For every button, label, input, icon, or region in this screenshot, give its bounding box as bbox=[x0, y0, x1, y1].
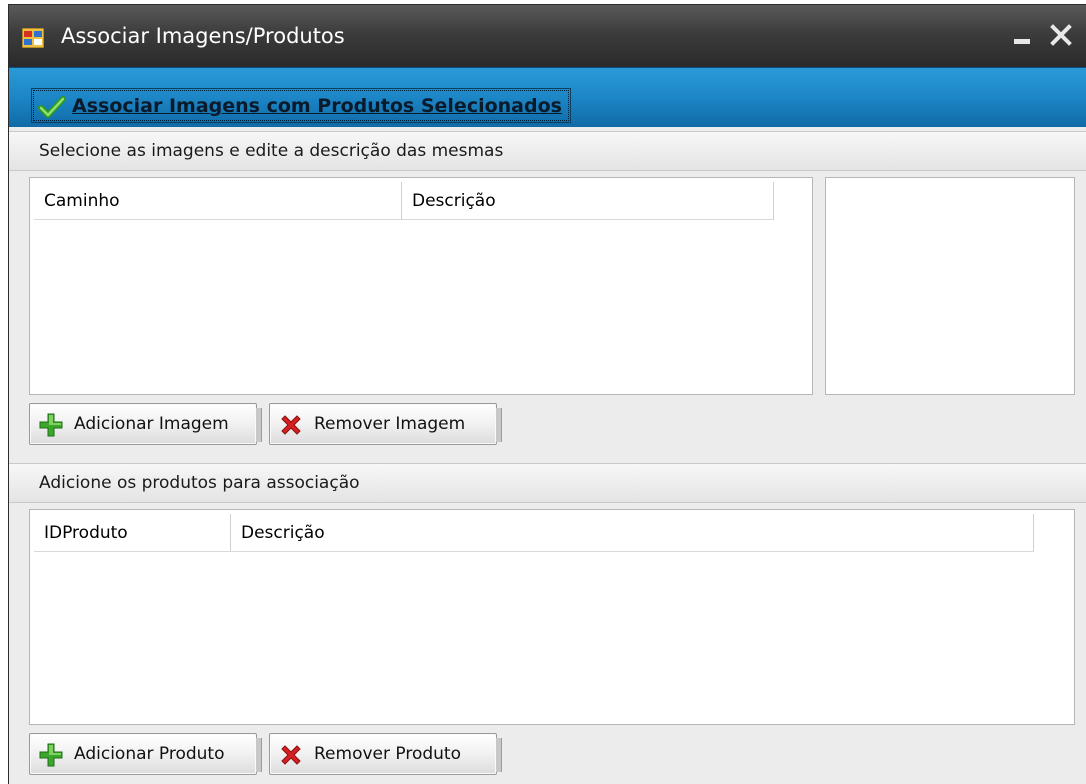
remove-image-label: Remover Imagem bbox=[314, 414, 466, 434]
window-title: Associar Imagens/Produtos bbox=[61, 24, 345, 48]
column-header-descricao[interactable]: Descrição bbox=[402, 182, 774, 219]
dialog-window: Associar Imagens/Produtos Associar Image… bbox=[8, 4, 1086, 784]
button-edge bbox=[256, 738, 262, 772]
add-product-label: Adicionar Produto bbox=[74, 744, 225, 764]
products-grid[interactable]: IDProduto Descrição bbox=[29, 509, 1075, 725]
remove-product-label: Remover Produto bbox=[314, 744, 461, 764]
images-section-header: Selecione as imagens e edite a descrição… bbox=[9, 131, 1086, 171]
button-edge bbox=[496, 408, 502, 442]
minimize-button[interactable] bbox=[1014, 39, 1030, 44]
products-section-header: Adicione os produtos para associação bbox=[9, 463, 1086, 503]
form-icon bbox=[22, 28, 44, 48]
add-product-button[interactable]: Adicionar Produto bbox=[29, 733, 262, 775]
image-preview-box bbox=[825, 177, 1075, 395]
plus-icon bbox=[39, 743, 63, 767]
remove-image-button[interactable]: Remover Imagem bbox=[269, 403, 502, 445]
checkmark-icon bbox=[38, 96, 66, 118]
images-grid-header: Caminho Descrição bbox=[34, 182, 774, 220]
toolbar: Associar Imagens com Produtos Selecionad… bbox=[9, 67, 1086, 127]
plus-icon bbox=[39, 413, 63, 437]
close-icon[interactable] bbox=[1048, 22, 1074, 48]
column-header-idproduto[interactable]: IDProduto bbox=[34, 514, 231, 551]
button-edge bbox=[496, 738, 502, 772]
products-grid-header: IDProduto Descrição bbox=[34, 514, 1034, 552]
products-section-title: Adicione os produtos para associação bbox=[39, 473, 360, 493]
title-bar[interactable]: Associar Imagens/Produtos bbox=[9, 5, 1086, 67]
remove-product-button[interactable]: Remover Produto bbox=[269, 733, 502, 775]
associate-images-products-button[interactable]: Associar Imagens com Produtos Selecionad… bbox=[31, 88, 571, 123]
column-header-descricao[interactable]: Descrição bbox=[231, 514, 1034, 551]
x-icon bbox=[281, 745, 301, 765]
associate-button-label: Associar Imagens com Produtos Selecionad… bbox=[72, 94, 562, 117]
x-icon bbox=[281, 415, 301, 435]
images-section-title: Selecione as imagens e edite a descrição… bbox=[39, 141, 504, 161]
button-edge bbox=[256, 408, 262, 442]
images-grid[interactable]: Caminho Descrição bbox=[29, 177, 813, 395]
column-header-caminho[interactable]: Caminho bbox=[34, 182, 402, 219]
add-image-button[interactable]: Adicionar Imagem bbox=[29, 403, 262, 445]
add-image-label: Adicionar Imagem bbox=[74, 414, 229, 434]
